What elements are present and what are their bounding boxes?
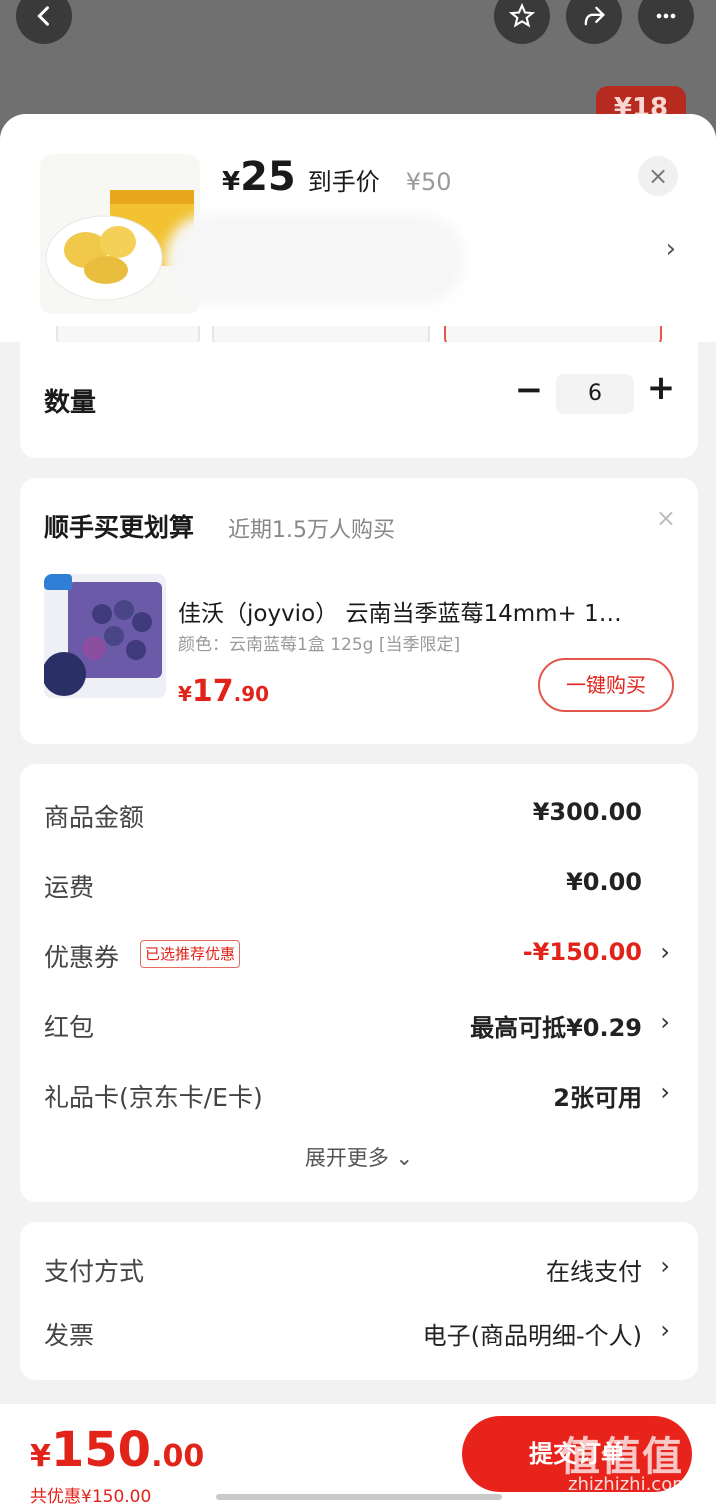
total-price: ¥150.00 — [30, 1422, 204, 1478]
recommendation-price: ¥17.90 — [178, 674, 269, 709]
summary-label: 礼品卡(京东卡/E卡) — [44, 1083, 263, 1112]
recommendation-price-integer: 17 — [191, 674, 234, 709]
price-line: ¥ 25 到手价 ¥50 — [222, 154, 452, 200]
invoice-row[interactable]: 发票 电子(商品明细-个人) › — [20, 1314, 698, 1354]
summary-row-goods-amount: 商品金额 ¥300.00 — [20, 796, 698, 836]
quantity-input[interactable]: 6 — [556, 374, 634, 414]
invoice-label: 发票 — [44, 1321, 95, 1350]
payment-method-row[interactable]: 支付方式 在线支付 › — [20, 1250, 698, 1290]
price-currency: ¥ — [222, 167, 241, 197]
payment-method-value: 在线支付 — [546, 1258, 642, 1286]
price-summary-card: 商品金额 ¥300.00 运费 ¥0.00 优惠券 已选推荐优惠 -¥150.0… — [20, 764, 698, 1202]
back-arrow-icon — [37, 6, 49, 26]
summary-value: ¥300.00 — [532, 798, 642, 826]
favorite-button[interactable] — [494, 0, 550, 44]
total-decimal: .00 — [151, 1439, 205, 1474]
original-price: ¥50 — [405, 168, 452, 196]
total-savings: 共优惠¥150.00 — [30, 1487, 152, 1504]
payment-method-label: 支付方式 — [44, 1257, 145, 1286]
home-indicator — [216, 1494, 502, 1500]
blueberry-image-icon — [44, 574, 166, 698]
summary-label: 商品金额 — [44, 803, 145, 832]
order-sheet: ¥ 25 到手价 ¥50 × › 数量 − 6 + 顺手买更划算 近期1.5万人… — [0, 114, 716, 1504]
recommendation-title: 顺手买更划算 — [44, 513, 195, 542]
more-button[interactable] — [638, 0, 694, 44]
chevron-right-icon: › — [660, 1008, 670, 1036]
summary-value: ¥0.00 — [566, 868, 642, 896]
total-currency: ¥ — [30, 1439, 51, 1474]
summary-row-coupon[interactable]: 优惠券 已选推荐优惠 -¥150.00 › — [20, 936, 698, 976]
recommendation-name[interactable]: 佳沃（joyvio） 云南当季蓝莓14mm+ 1… — [178, 594, 678, 628]
recommended-discount-tag: 已选推荐优惠 — [140, 940, 241, 968]
quantity-plus-button[interactable]: + — [646, 368, 676, 408]
page-overlay: ¥18 — [0, 0, 716, 130]
recommendation-price-decimal: .90 — [233, 682, 270, 706]
summary-row-red-packet[interactable]: 红包 最高可抵¥0.29 › — [20, 1006, 698, 1046]
summary-row-gift-card[interactable]: 礼品卡(京东卡/E卡) 2张可用 › — [20, 1076, 698, 1116]
recommendation-price-currency: ¥ — [178, 682, 192, 706]
summary-value: -¥150.00 — [522, 938, 642, 966]
summary-row-shipping: 运费 ¥0.00 — [20, 866, 698, 906]
invoice-value: 电子(商品明细-个人) — [422, 1322, 642, 1350]
summary-value: 最高可抵¥0.29 — [470, 1014, 642, 1042]
quantity-minus-button[interactable]: − — [514, 370, 544, 410]
total-integer: 150 — [50, 1422, 152, 1478]
more-dots-icon — [656, 13, 676, 19]
recommendation-close-icon[interactable]: × — [656, 504, 676, 532]
quantity-label: 数量 — [44, 388, 97, 418]
blurred-product-info — [165, 214, 465, 304]
close-button[interactable]: × — [638, 156, 678, 196]
back-button[interactable] — [16, 0, 72, 44]
recommendation-subtitle: 近期1.5万人购买 — [228, 518, 395, 543]
quantity-card: 数量 − 6 + — [20, 342, 698, 458]
chevron-right-icon: › — [660, 1316, 670, 1344]
recommendation-spec: 颜色：云南蓝莓1盒 125g [当季限定] — [178, 635, 461, 655]
one-click-buy-button[interactable]: 一键购买 — [538, 658, 674, 712]
blueberry-product-image[interactable] — [44, 574, 166, 698]
final-price-label: 到手价 — [307, 168, 380, 196]
expand-more-button[interactable]: 展开更多 ⌄ — [20, 1142, 698, 1172]
checkout-footer: ¥150.00 共优惠¥150.00 提交订单 值值值 zhizhizhi.co… — [0, 1404, 716, 1504]
payment-card: 支付方式 在线支付 › 发票 电子(商品明细-个人) › — [20, 1222, 698, 1380]
summary-label: 运费 — [44, 873, 95, 902]
summary-label: 优惠券 — [44, 943, 120, 972]
summary-value: 2张可用 — [553, 1084, 642, 1112]
product-detail-chevron[interactable]: › — [666, 234, 676, 264]
share-icon — [584, 6, 605, 26]
chevron-right-icon: › — [660, 938, 670, 966]
recommendation-card: 顺手买更划算 近期1.5万人购买 × 佳沃（joyvio） 云南当季蓝莓14mm… — [20, 478, 698, 744]
final-price: 25 — [240, 154, 296, 200]
summary-label: 红包 — [44, 1013, 95, 1042]
share-button[interactable] — [566, 0, 622, 44]
star-icon — [508, 2, 536, 28]
chevron-right-icon: › — [660, 1078, 670, 1106]
chevron-right-icon: › — [660, 1252, 670, 1280]
product-header: ¥ 25 到手价 ¥50 × › — [0, 114, 716, 348]
watermark-url: zhizhizhi.com — [568, 1474, 690, 1495]
